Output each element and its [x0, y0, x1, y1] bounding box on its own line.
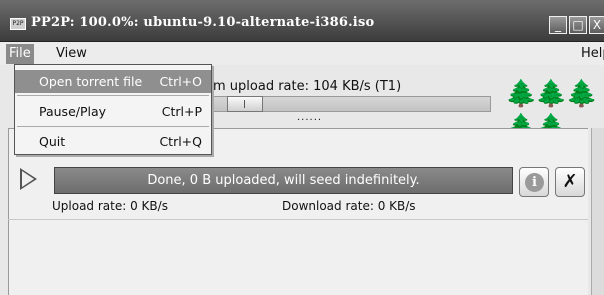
info-button[interactable]: i [519, 167, 549, 197]
upload-rate-text: Upload rate: 0 KB/s [52, 199, 168, 213]
app-icon: P2P [10, 18, 26, 30]
upload-rate-slider-handle[interactable] [227, 96, 263, 112]
resize-grip[interactable]: ...... [297, 112, 322, 123]
menu-help[interactable]: Help [581, 46, 604, 61]
menu-item-shortcut: Ctrl+P [161, 104, 202, 119]
scrollbar[interactable] [591, 128, 604, 295]
maximize-button[interactable]: □ [569, 16, 587, 34]
info-icon: i [525, 173, 544, 192]
menu-file[interactable]: File [6, 44, 34, 64]
file-menu-dropdown: Open torrent file Ctrl+O Pause/Play Ctrl… [14, 64, 212, 155]
download-rate-text: Download rate: 0 KB/s [282, 199, 416, 213]
max-upload-rate-label: m upload rate: 104 KB/s (T1) [213, 79, 402, 94]
window-title: PP2P: 100.0%: ubuntu-9.10-alternate-i386… [31, 15, 375, 30]
remove-torrent-button[interactable]: ✗ [555, 167, 585, 197]
close-window-button[interactable]: X [589, 16, 604, 34]
menu-item-pause-play[interactable]: Pause/Play Ctrl+P [15, 100, 211, 123]
menu-item-label: Pause/Play [39, 104, 107, 119]
menu-item-open-torrent[interactable]: Open torrent file Ctrl+O [15, 70, 211, 93]
menu-view[interactable]: View [56, 46, 87, 61]
menu-item-label: Quit [39, 134, 66, 149]
play-icon[interactable] [20, 168, 37, 190]
menu-item-label: Open torrent file [39, 74, 143, 89]
menu-separator [17, 95, 209, 96]
torrent-progress-bar: Done, 0 B uploaded, will seed indefinite… [54, 167, 513, 194]
divider [8, 219, 588, 220]
minimize-button[interactable]: _ [549, 16, 567, 34]
menu-item-shortcut: Ctrl+O [159, 74, 202, 89]
title-bar: P2P PP2P: 100.0%: ubuntu-9.10-alternate-… [0, 0, 604, 42]
menu-item-quit[interactable]: Quit Ctrl+Q [15, 130, 211, 153]
menu-item-shortcut: Ctrl+Q [159, 134, 202, 149]
menu-separator [17, 126, 209, 127]
menu-bar: File View Help [0, 42, 604, 65]
